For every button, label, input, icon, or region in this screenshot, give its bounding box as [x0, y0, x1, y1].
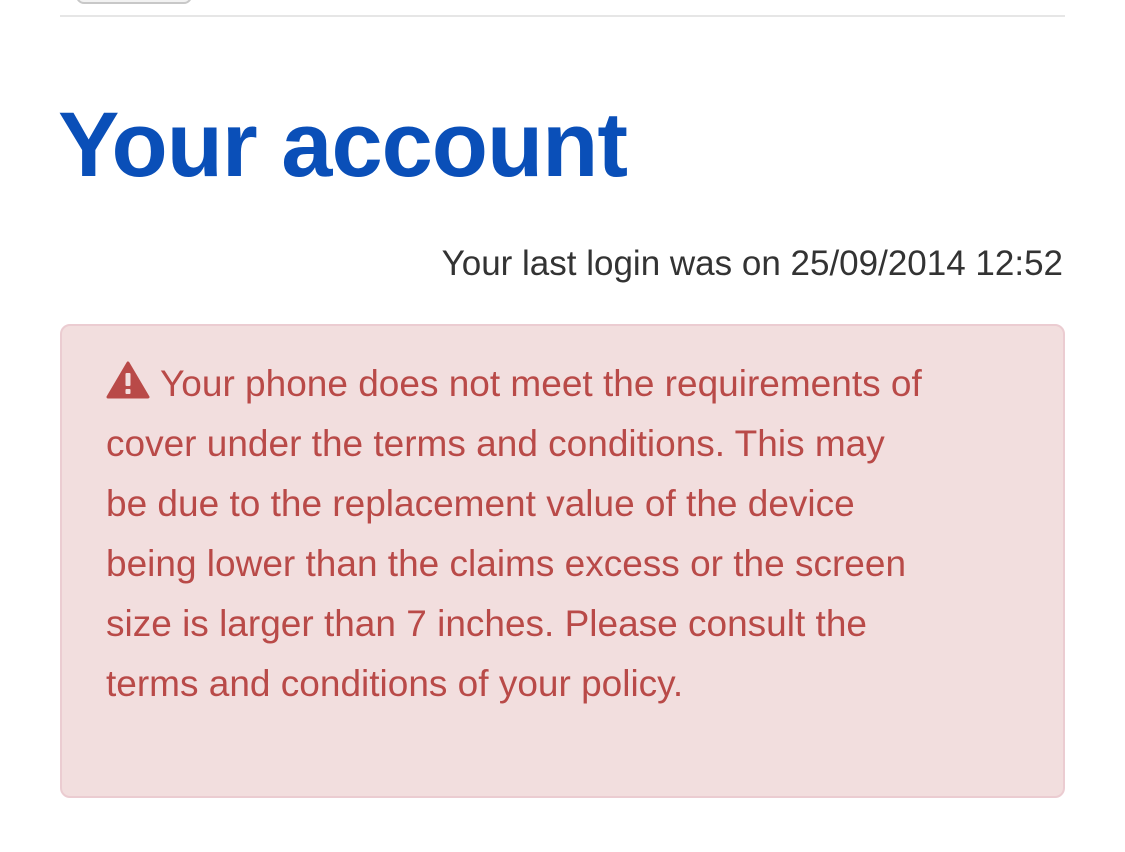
account-page: Your account Your last login was on 25/0…	[0, 0, 1125, 852]
page-title: Your account	[58, 94, 628, 196]
last-login-text: Your last login was on 25/09/2014 12:52	[441, 244, 1063, 283]
alert-message: Your phone does not meet the requirement…	[106, 363, 922, 704]
top-partial-button[interactable]	[76, 0, 192, 4]
alert-message-paragraph: Your phone does not meet the requirement…	[106, 354, 933, 714]
warning-alert: Your phone does not meet the requirement…	[60, 324, 1065, 798]
warning-triangle-icon	[106, 357, 150, 399]
header-divider	[60, 15, 1065, 17]
